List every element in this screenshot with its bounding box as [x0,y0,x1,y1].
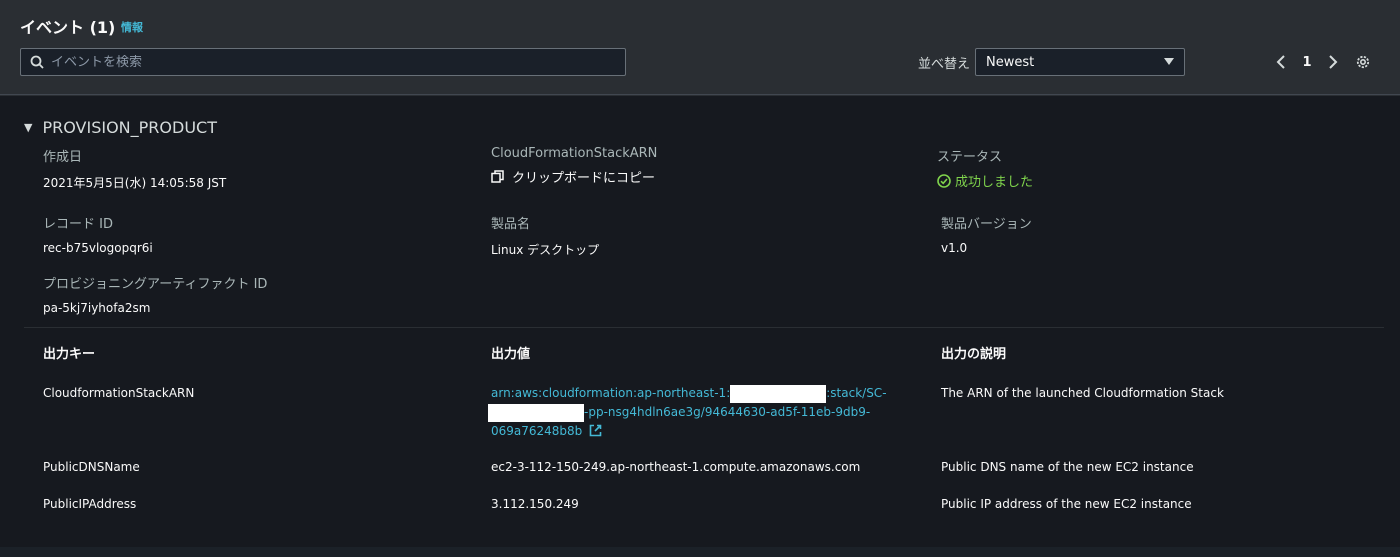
output-description-cell: Public DNS name of the new EC2 instance [941,460,1194,474]
stack-arn-field: CloudFormationStackARN クリップボードにコピー [491,146,657,186]
info-link[interactable]: 情報 [121,19,143,35]
arn-text-part: arn:aws:cloudformation:ap-northeast-1: [491,386,731,400]
arn-text-part: :stack/SC- [826,386,887,400]
search-input[interactable] [51,54,611,70]
artifact-id-value: pa-5kj7iyhofa2sm [43,301,151,315]
status-value: 成功しました [955,175,1034,190]
output-value-cell: ec2-3-112-150-249.ap-northeast-1.compute… [491,460,861,474]
copy-label: クリップボードにコピー [512,171,656,186]
events-header: イベント (1) 情報 並べ替え Newest 1 [0,0,1400,95]
pagination: 1 [1270,50,1374,74]
output-key-cell: PublicIPAddress [43,497,137,511]
sort-select-value: Newest [986,54,1035,70]
check-circle-icon [937,173,951,188]
bottom-border [0,547,1400,557]
output-value-cell: 3.112.150.249 [491,497,579,511]
sort-select[interactable]: Newest [975,48,1185,76]
event-name: PROVISION_PRODUCT [42,118,217,137]
sort-label: 並べ替え [918,57,971,72]
stack-arn-label: CloudFormationStackARN [491,146,658,161]
product-version-label: 製品バージョン [941,217,1032,232]
event-list: ▼ PROVISION_PRODUCT 作成日 2021年5月5日(水) 14:… [0,96,1400,557]
output-key-header: 出力キー [43,347,96,362]
caret-down-icon [1164,58,1174,65]
current-page-number[interactable]: 1 [1292,55,1322,70]
event-toggle[interactable]: ▼ PROVISION_PRODUCT [24,118,217,137]
section-divider [24,327,1384,328]
events-panel: イベント (1) 情報 並べ替え Newest 1 [0,0,1400,557]
next-page-button[interactable] [1322,50,1344,74]
chevron-right-icon [1329,55,1338,69]
output-description-header: 出力の説明 [941,347,1007,362]
output-value-header: 出力値 [491,347,531,362]
copy-to-clipboard-button[interactable]: クリップボードにコピー [491,167,657,186]
record-id-field: レコード ID rec-b75vlogopqr6i [43,213,153,255]
output-key-cell: PublicDNSName [43,460,140,474]
status-label: ステータス [937,150,1003,165]
product-version-value: v1.0 [941,241,968,255]
record-id-label: レコード ID [43,217,113,232]
output-description-cell: The ARN of the launched Cloudformation S… [941,386,1224,400]
caret-down-icon: ▼ [24,121,33,134]
chevron-left-icon [1276,55,1285,69]
artifact-id-field: プロビジョニングアーティファクト ID pa-5kj7iyhofa2sm [43,273,267,315]
gear-icon [1356,55,1370,69]
artifact-id-label: プロビジョニングアーティファクト ID [43,277,268,292]
record-id-value: rec-b75vlogopqr6i [43,241,153,255]
previous-page-button[interactable] [1270,50,1292,74]
output-description-cell: Public IP address of the new EC2 instanc… [941,497,1192,511]
arn-text-part: -pp-nsg4hdln6ae3g/94644630-ad5f-11eb-9db… [584,405,871,419]
copy-icon [491,170,504,183]
product-version-field: 製品バージョン v1.0 [941,213,1032,255]
product-name-label: 製品名 [491,217,531,232]
search-input-container[interactable] [20,48,626,76]
created-label: 作成日 [43,150,83,165]
created-field: 作成日 2021年5月5日(水) 14:05:58 JST [43,146,226,191]
search-icon [30,55,44,69]
output-key-cell: CloudformationStackARN [43,386,195,400]
created-value: 2021年5月5日(水) 14:05:58 JST [43,176,227,190]
redacted-block [730,384,827,403]
product-name-field: 製品名 Linux デスクトップ [491,213,599,258]
redacted-block [488,403,584,422]
stack-arn-link[interactable]: arn:aws:cloudformation:ap-northeast-1: :s… [488,384,911,441]
page-title: イベント (1) [20,18,116,37]
external-link-icon [589,424,602,437]
product-name-value: Linux デスクトップ [491,243,600,257]
event-item: ▼ PROVISION_PRODUCT 作成日 2021年5月5日(水) 14:… [0,96,1390,546]
arn-text-part: 069a76248b8b [491,424,583,438]
settings-button[interactable] [1352,50,1374,74]
status-field: ステータス 成功しました [937,146,1033,190]
status-badge: 成功しました [937,171,1033,190]
